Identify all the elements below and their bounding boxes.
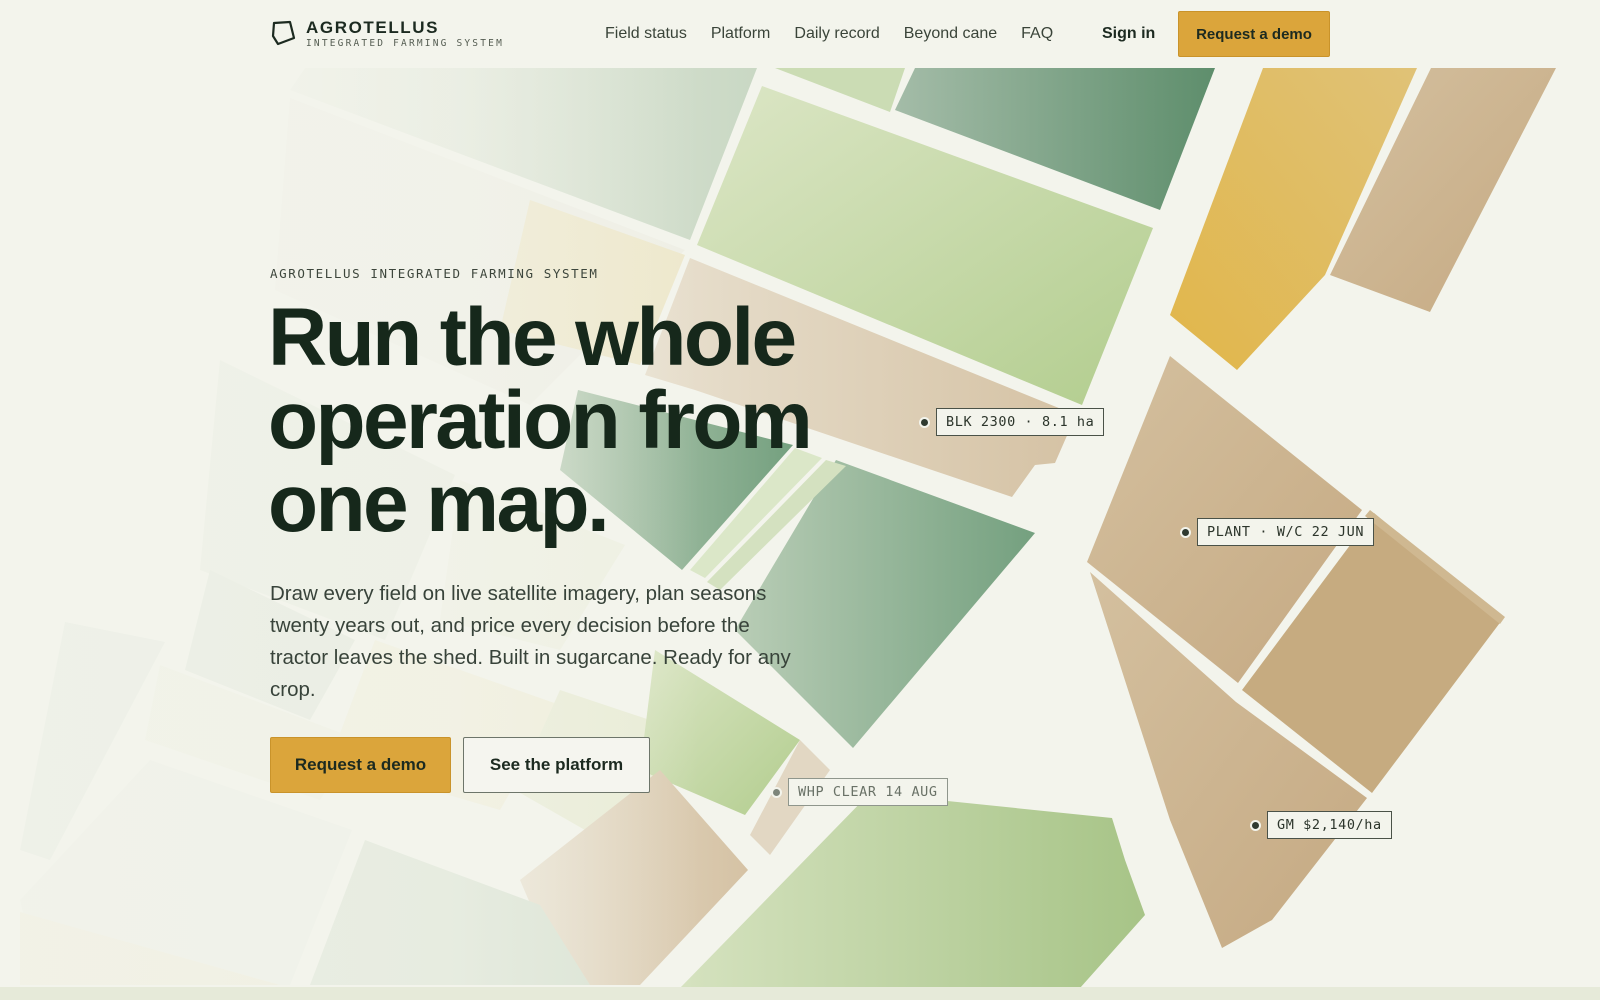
tag-marker-dot <box>1182 528 1189 536</box>
map-tag-block[interactable]: BLK 2300 · 8.1 ha <box>921 408 1105 436</box>
map-tag-gross-margin[interactable]: GM $2,140/ha <box>1252 811 1392 839</box>
map-tag-label: PLANT · W/C 22 JUN <box>1197 518 1375 546</box>
map-tag-label: WHP CLEAR 14 AUG <box>788 778 948 806</box>
brand-tagline: INTEGRATED FARMING SYSTEM <box>306 38 504 49</box>
tag-marker-dot <box>1252 821 1259 829</box>
pentagon-logo-icon <box>271 20 296 46</box>
primary-nav: Field status Platform Daily record Beyon… <box>605 22 1053 46</box>
header-request-demo-button[interactable]: Request a demo <box>1178 11 1330 57</box>
request-demo-button[interactable]: Request a demo <box>270 737 451 793</box>
hero-headline: Run the whole operation from one map. <box>268 292 813 549</box>
map-tag-planting[interactable]: PLANT · W/C 22 JUN <box>1182 518 1375 546</box>
bottom-strip <box>0 987 1600 1000</box>
hero-lede: Draw every field on live satellite image… <box>270 582 791 701</box>
map-tag-whp[interactable]: WHP CLEAR 14 AUG <box>773 778 948 806</box>
map-tag-label: BLK 2300 · 8.1 ha <box>936 408 1105 436</box>
sign-in-link[interactable]: Sign in <box>1102 22 1155 46</box>
nav-faq[interactable]: FAQ <box>1021 22 1053 46</box>
nav-beyond-cane[interactable]: Beyond cane <box>904 22 997 46</box>
see-platform-button[interactable]: See the platform <box>463 737 650 793</box>
tag-marker-dot <box>921 418 928 426</box>
brand-name: AGROTELLUS <box>306 18 440 37</box>
map-tag-label: GM $2,140/ha <box>1267 811 1392 839</box>
nav-daily-record[interactable]: Daily record <box>794 22 879 46</box>
site-header: AGROTELLUS INTEGRATED FARMING SYSTEM Fie… <box>0 0 1600 68</box>
brand-logo[interactable]: AGROTELLUS INTEGRATED FARMING SYSTEM <box>270 18 504 50</box>
nav-platform[interactable]: Platform <box>711 22 771 46</box>
nav-field-status[interactable]: Field status <box>605 22 687 46</box>
tag-marker-dot <box>773 788 780 796</box>
hero-eyebrow: AGROTELLUS INTEGRATED FARMING SYSTEM <box>270 266 599 281</box>
